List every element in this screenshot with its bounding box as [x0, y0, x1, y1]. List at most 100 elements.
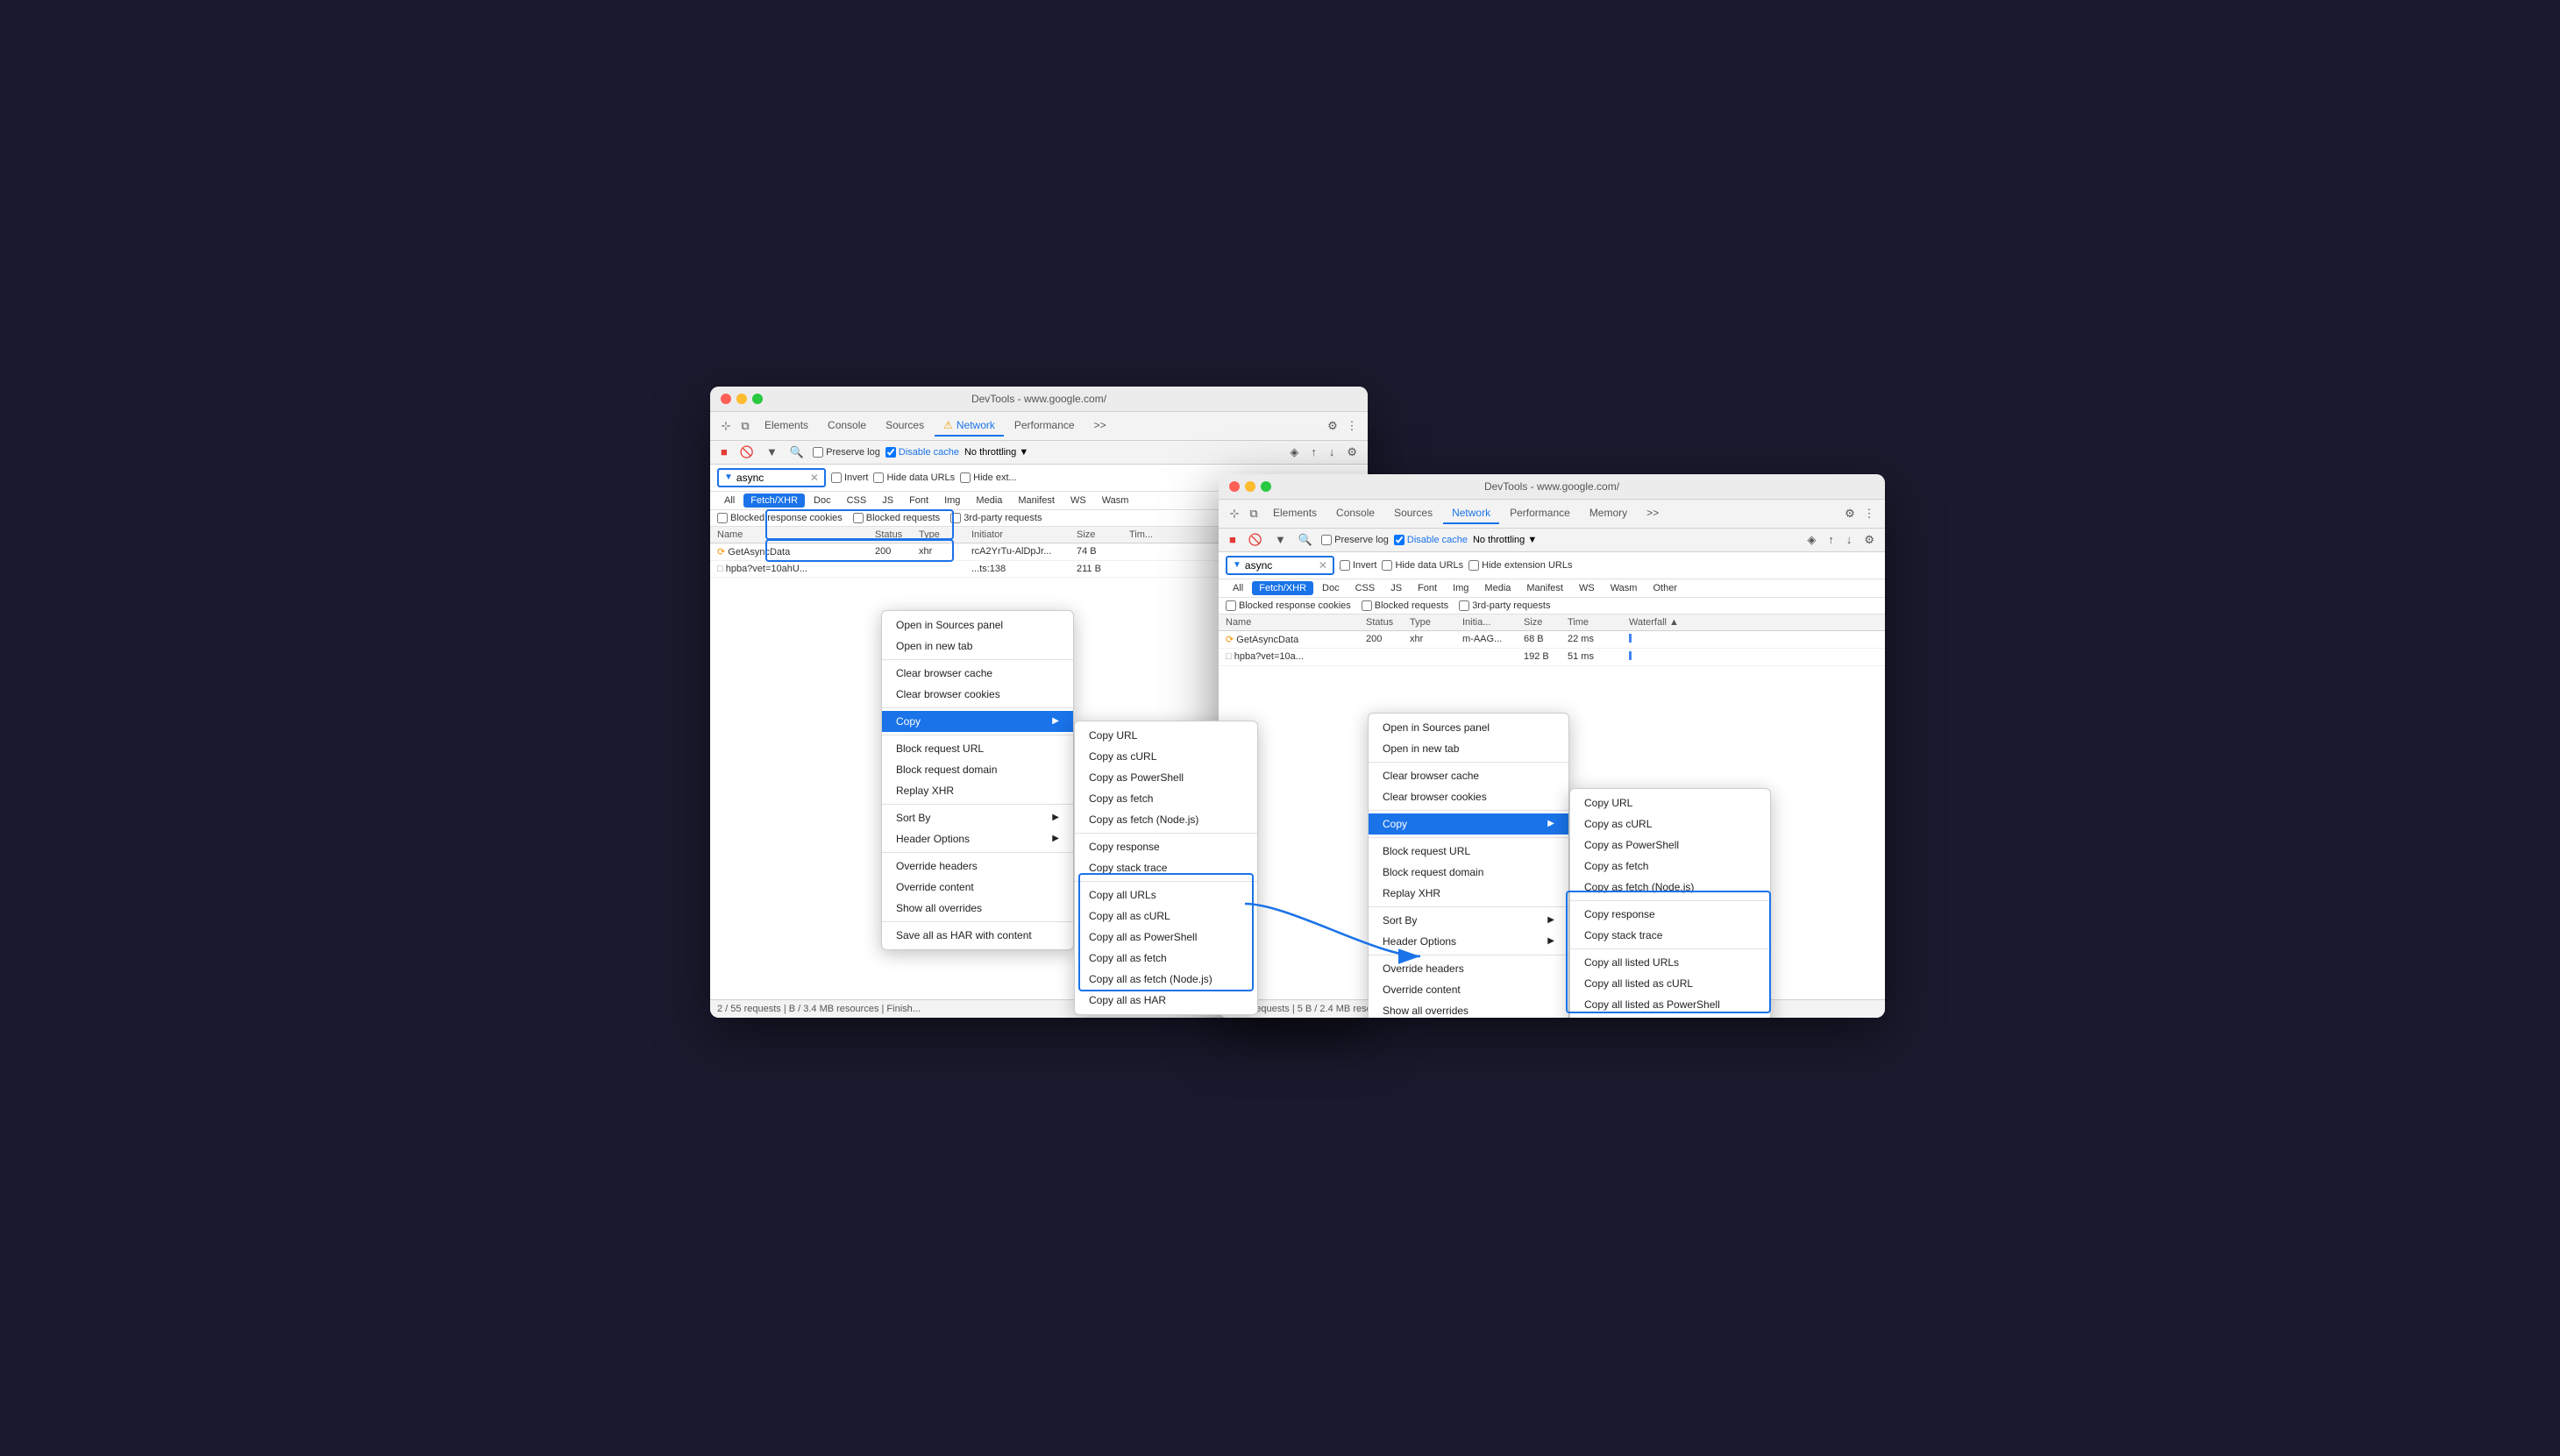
preserve-log-2[interactable]: Preserve log: [1321, 535, 1389, 545]
record-btn-1[interactable]: ■: [717, 444, 731, 460]
sub-copy-curl-1[interactable]: Copy as cURL: [1075, 746, 1257, 767]
chip-css-1[interactable]: CSS: [840, 494, 874, 508]
settings-icon-2[interactable]: ⚙: [1841, 505, 1859, 522]
tab-sources-2[interactable]: Sources: [1385, 503, 1441, 524]
hide-ext-2[interactable]: Hide extension URLs: [1468, 560, 1572, 571]
chip-font-1[interactable]: Font: [902, 494, 935, 508]
chip-js-1[interactable]: JS: [875, 494, 900, 508]
menu-clear-cookies-1[interactable]: Clear browser cookies: [882, 684, 1073, 705]
tab-elements-2[interactable]: Elements: [1264, 503, 1326, 524]
menu-open-tab-1[interactable]: Open in new tab: [882, 636, 1073, 657]
settings2-icon-2[interactable]: ⚙: [1860, 531, 1878, 549]
sub-copy-all-curl-1[interactable]: Copy all as cURL: [1075, 906, 1257, 927]
menu-override-headers-1[interactable]: Override headers: [882, 856, 1073, 877]
search-input-2[interactable]: [1245, 559, 1315, 572]
tab-memory-2[interactable]: Memory: [1581, 503, 1636, 524]
throttle-1[interactable]: No throttling ▼: [964, 447, 1028, 458]
tab-more-1[interactable]: >>: [1085, 415, 1115, 437]
chip-img-1[interactable]: Img: [937, 494, 967, 508]
menu-open-sources-1[interactable]: Open in Sources panel: [882, 614, 1073, 636]
menu-override-content-2[interactable]: Override content: [1369, 979, 1568, 1000]
menu-save-har-1[interactable]: Save all as HAR with content: [882, 925, 1073, 946]
menu-block-domain-1[interactable]: Block request domain: [882, 759, 1073, 780]
tab-console-1[interactable]: Console: [819, 415, 875, 437]
clear-btn-1[interactable]: 🚫: [736, 444, 757, 461]
menu-override-content-1[interactable]: Override content: [882, 877, 1073, 898]
table-row[interactable]: ⟳ GetAsyncData 200 xhr m-AAG... 68 B 22 …: [1219, 631, 1885, 649]
menu-override-headers-2[interactable]: Override headers: [1369, 958, 1568, 979]
close-button-1[interactable]: [721, 394, 731, 404]
menu-clear-cache-1[interactable]: Clear browser cache: [882, 663, 1073, 684]
preserve-log-1[interactable]: Preserve log: [813, 447, 880, 458]
menu-clear-cookies-2[interactable]: Clear browser cookies: [1369, 786, 1568, 807]
sub-copy-all-har-1[interactable]: Copy all as HAR: [1075, 990, 1257, 1011]
chip-fetch-xhr-1[interactable]: Fetch/XHR: [743, 494, 805, 508]
chip-doc-1[interactable]: Doc: [807, 494, 838, 508]
menu-copy-1[interactable]: Copy ▶: [882, 711, 1073, 732]
record-btn-2[interactable]: ■: [1226, 531, 1240, 548]
menu-open-tab-2[interactable]: Open in new tab: [1369, 738, 1568, 759]
search-input-1[interactable]: [736, 472, 807, 484]
sub-copy-fetch-node-2[interactable]: Copy as fetch (Node.js): [1570, 877, 1770, 898]
sub-copy-all-urls-1[interactable]: Copy all URLs: [1075, 884, 1257, 906]
chip-fetch-xhr-2[interactable]: Fetch/XHR: [1252, 581, 1313, 595]
cursor-icon[interactable]: ⊹: [717, 417, 735, 435]
menu-block-url-1[interactable]: Block request URL: [882, 738, 1073, 759]
search-btn-2[interactable]: 🔍: [1295, 531, 1316, 549]
sub-copy-all-fetch-1[interactable]: Copy all as fetch: [1075, 948, 1257, 969]
layers-icon[interactable]: ⧉: [736, 417, 754, 435]
menu-open-sources-2[interactable]: Open in Sources panel: [1369, 717, 1568, 738]
maximize-button-2[interactable]: [1261, 481, 1271, 492]
sub-copy-curl-2[interactable]: Copy as cURL: [1570, 813, 1770, 835]
sub-copy-all-listed-ps-2[interactable]: Copy all listed as PowerShell: [1570, 994, 1770, 1015]
upload-icon-2[interactable]: ↑: [1824, 531, 1838, 548]
more-icon-1[interactable]: ⋮: [1343, 417, 1361, 435]
hide-data-urls-2[interactable]: Hide data URLs: [1382, 560, 1463, 571]
chip-js-2[interactable]: JS: [1383, 581, 1409, 595]
invert-check-1[interactable]: Invert: [831, 472, 869, 483]
layers-icon-2[interactable]: ⧉: [1245, 505, 1262, 522]
third-party-1[interactable]: 3rd-party requests: [950, 513, 1042, 523]
settings-icon-1[interactable]: ⚙: [1324, 417, 1341, 435]
sub-copy-stack-1[interactable]: Copy stack trace: [1075, 857, 1257, 878]
sub-copy-all-listed-fetch-2[interactable]: Copy all listed as fetch: [1570, 1015, 1770, 1018]
close-button-2[interactable]: [1229, 481, 1240, 492]
invert-check-2[interactable]: Invert: [1340, 560, 1377, 571]
download-icon-1[interactable]: ↓: [1326, 444, 1339, 460]
tab-performance-1[interactable]: Performance: [1006, 415, 1084, 437]
chip-media-1[interactable]: Media: [969, 494, 1009, 508]
sub-copy-stack-2[interactable]: Copy stack trace: [1570, 925, 1770, 946]
tab-network-2[interactable]: Network: [1443, 503, 1499, 524]
disable-cache-2[interactable]: Disable cache: [1394, 535, 1468, 545]
upload-icon-1[interactable]: ↑: [1307, 444, 1320, 460]
search-btn-1[interactable]: 🔍: [786, 444, 807, 461]
sub-copy-all-listed-curl-2[interactable]: Copy all listed as cURL: [1570, 973, 1770, 994]
menu-header-options-2[interactable]: Header Options ▶: [1369, 931, 1568, 952]
hide-data-urls-1[interactable]: Hide data URLs: [873, 472, 955, 483]
filter-btn-2[interactable]: ▼: [1271, 531, 1290, 548]
chip-wasm-1[interactable]: Wasm: [1095, 494, 1136, 508]
sub-copy-fetch-node-1[interactable]: Copy as fetch (Node.js): [1075, 809, 1257, 830]
chip-all-2[interactable]: All: [1226, 581, 1250, 595]
tab-more-2[interactable]: >>: [1638, 503, 1668, 524]
download-icon-2[interactable]: ↓: [1843, 531, 1856, 548]
menu-show-overrides-1[interactable]: Show all overrides: [882, 898, 1073, 919]
sub-copy-url-1[interactable]: Copy URL: [1075, 725, 1257, 746]
clear-btn-2[interactable]: 🚫: [1245, 531, 1266, 549]
tab-performance-2[interactable]: Performance: [1501, 503, 1579, 524]
menu-header-options-1[interactable]: Header Options ▶: [882, 828, 1073, 849]
sub-copy-all-listed-urls-2[interactable]: Copy all listed URLs: [1570, 952, 1770, 973]
chip-img-2[interactable]: Img: [1446, 581, 1476, 595]
chip-other-2[interactable]: Other: [1646, 581, 1684, 595]
menu-show-overrides-2[interactable]: Show all overrides: [1369, 1000, 1568, 1018]
chip-doc-2[interactable]: Doc: [1315, 581, 1347, 595]
menu-sort-by-1[interactable]: Sort By ▶: [882, 807, 1073, 828]
settings2-icon-1[interactable]: ⚙: [1343, 444, 1361, 461]
menu-replay-xhr-1[interactable]: Replay XHR: [882, 780, 1073, 801]
cursor-icon-2[interactable]: ⊹: [1226, 505, 1243, 522]
chip-wasm-2[interactable]: Wasm: [1604, 581, 1645, 595]
chip-ws-1[interactable]: WS: [1063, 494, 1093, 508]
tab-elements-1[interactable]: Elements: [756, 415, 817, 437]
sub-copy-response-1[interactable]: Copy response: [1075, 836, 1257, 857]
chip-all-1[interactable]: All: [717, 494, 742, 508]
